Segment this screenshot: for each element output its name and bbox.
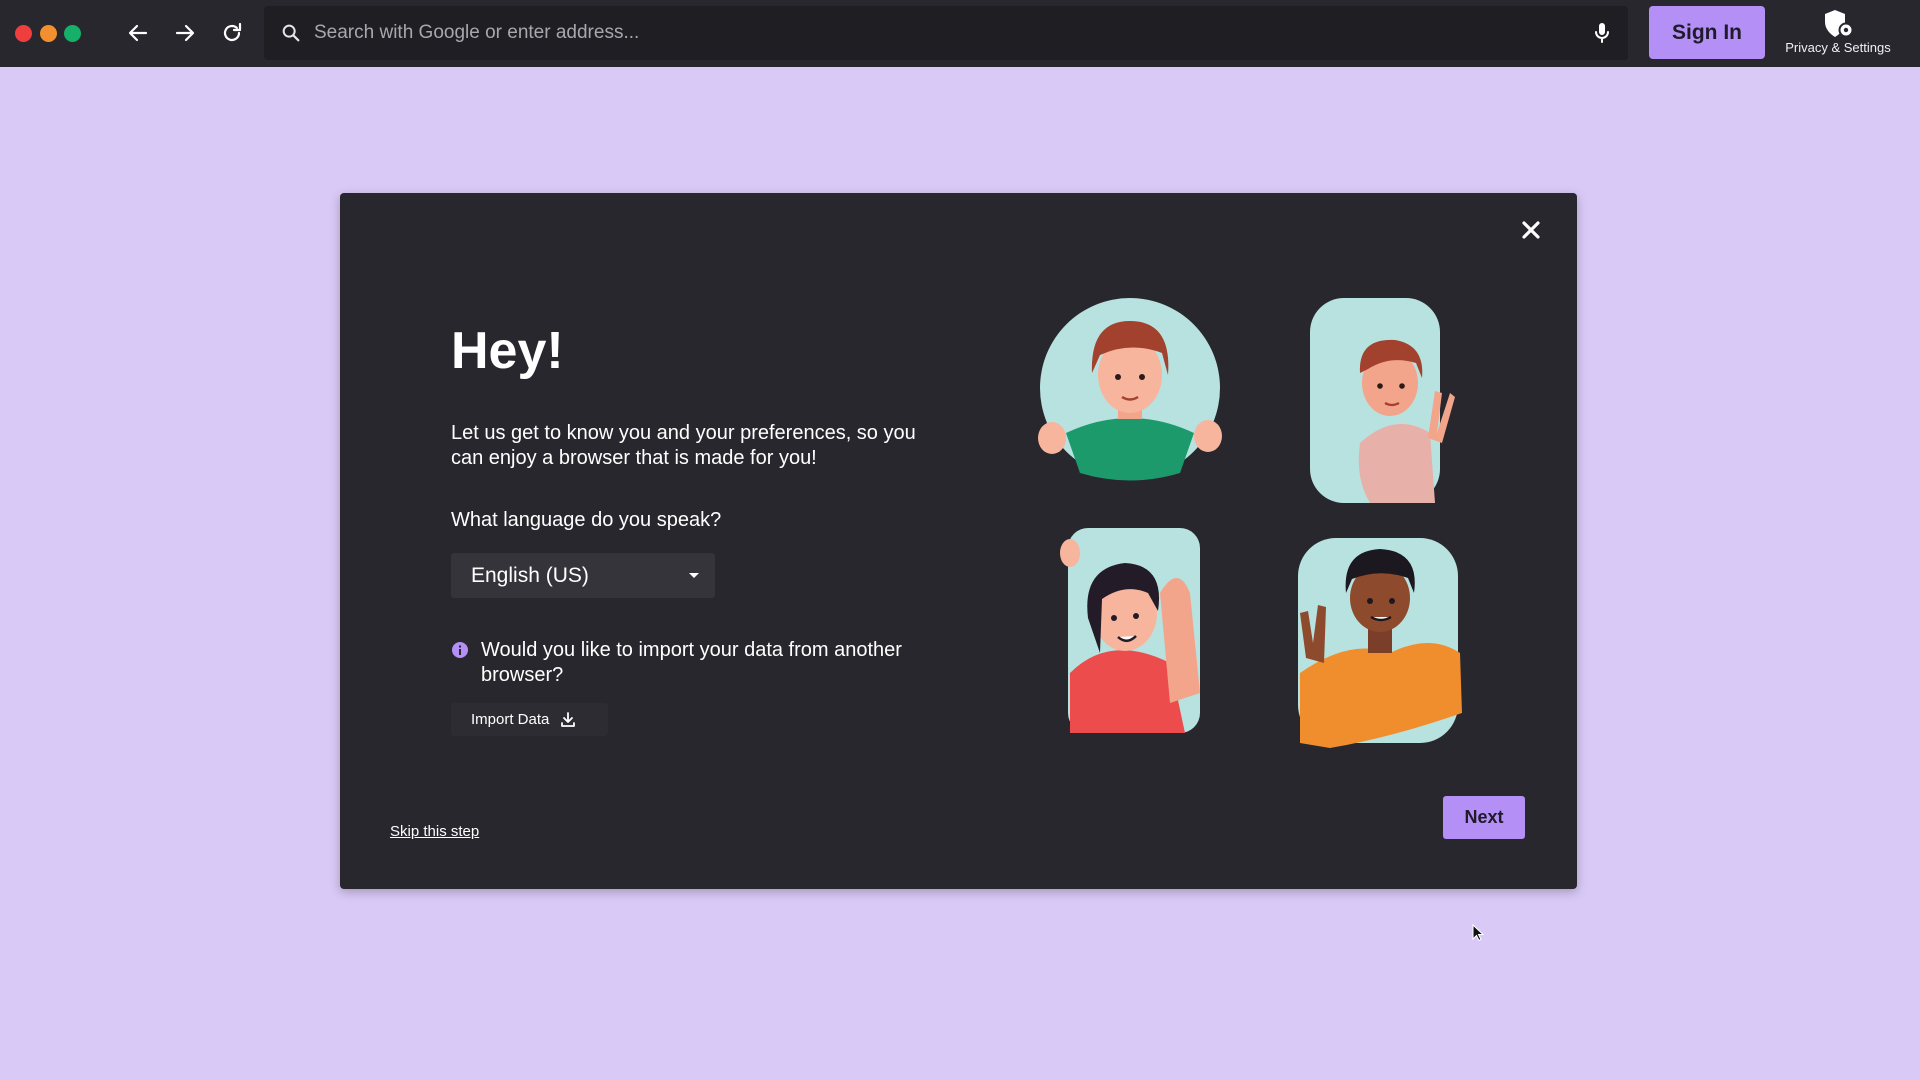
welcome-dialog: Hey! Let us get to know you and your pre… (340, 193, 1577, 889)
language-question: What language do you speak? (451, 509, 722, 531)
privacy-settings-button[interactable]: Privacy & Settings (1776, 6, 1900, 62)
people-waving-illustration (1038, 298, 1462, 748)
address-input[interactable] (314, 6, 1544, 60)
person-four-image (1298, 538, 1462, 748)
shield-gear-icon (1825, 10, 1854, 38)
dialog-title: Hey! (451, 322, 564, 380)
sign-in-button[interactable]: Sign In (1649, 6, 1765, 59)
close-button[interactable] (1516, 215, 1546, 245)
forward-icon (175, 24, 195, 42)
window-maximize-dot[interactable] (64, 25, 81, 42)
info-icon (452, 642, 468, 658)
skip-step-link[interactable]: Skip this step (390, 823, 479, 840)
browser-toolbar: Sign In Privacy & Settings (0, 0, 1920, 67)
back-button[interactable] (121, 16, 155, 50)
mouse-pointer-icon (1472, 924, 1484, 942)
download-icon (561, 711, 576, 727)
person-one-image (1038, 298, 1222, 481)
person-three-image (1060, 528, 1200, 733)
next-button[interactable]: Next (1443, 796, 1525, 839)
language-select[interactable]: English (US) (451, 553, 715, 598)
import-data-label: Import Data (471, 711, 550, 728)
back-icon (128, 24, 148, 42)
import-question: Would you like to import your data from … (481, 639, 902, 686)
privacy-settings-label: Privacy & Settings (1785, 40, 1891, 55)
forward-button[interactable] (168, 16, 202, 50)
window-close-dot[interactable] (15, 25, 32, 42)
import-data-button[interactable]: Import Data (451, 703, 608, 736)
window-minimize-dot[interactable] (40, 25, 57, 42)
close-icon (1522, 221, 1540, 239)
language-selected-value: English (US) (471, 564, 589, 587)
person-two-image (1310, 298, 1455, 503)
mic-icon[interactable] (1592, 21, 1612, 45)
reload-icon (223, 22, 242, 42)
reload-button[interactable] (215, 16, 249, 50)
address-bar (264, 6, 1628, 60)
chevron-down-icon (689, 573, 699, 578)
search-icon (282, 24, 300, 42)
intro-text: Let us get to know you and your preferen… (451, 422, 916, 469)
